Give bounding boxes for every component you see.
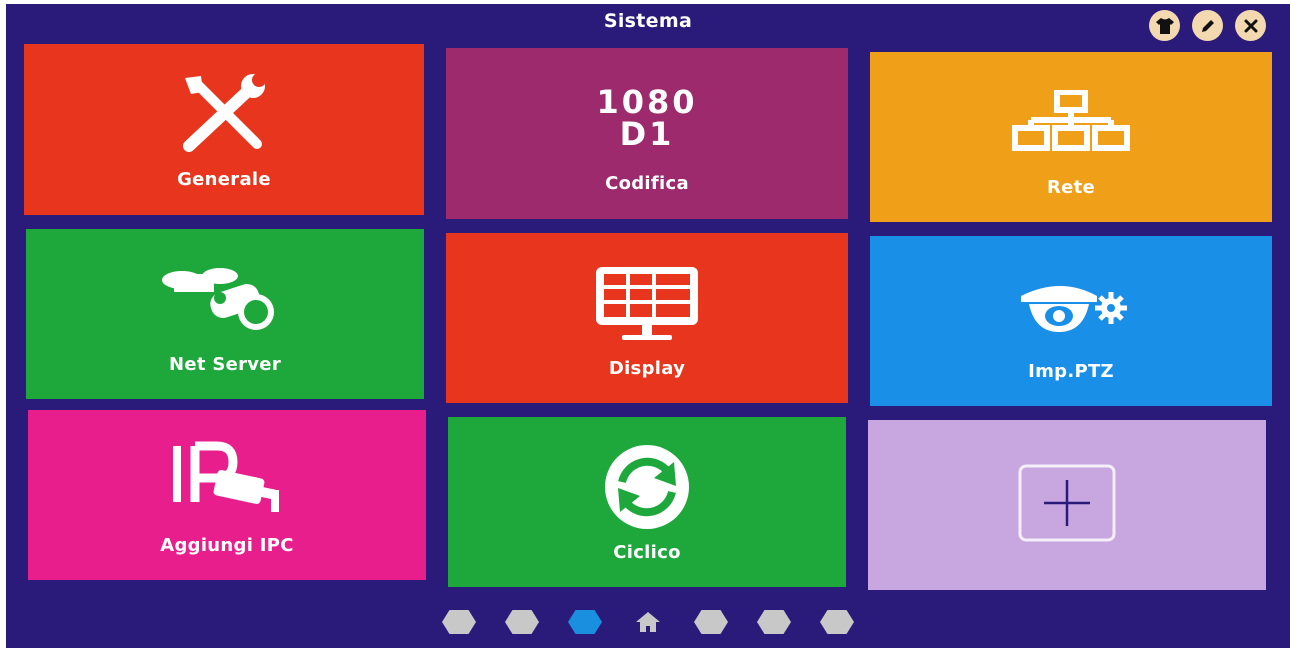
monitor-grid-icon — [592, 258, 702, 348]
tile-net-server[interactable]: Net Server — [26, 229, 424, 399]
binoculars-icon — [160, 254, 290, 344]
tile-generale[interactable]: Generale — [24, 44, 424, 215]
page-dot[interactable] — [819, 609, 855, 635]
tile-rete[interactable]: Rete — [870, 52, 1272, 222]
tools-icon — [179, 69, 269, 159]
tile-label: Aggiungi IPC — [160, 534, 294, 556]
resolution-icon: 1080 D1 — [596, 73, 697, 163]
tile-label: Imp.PTZ — [1028, 360, 1114, 382]
page-dot[interactable] — [441, 609, 477, 635]
tile-label: Ciclico — [613, 541, 681, 563]
tile-label: Net Server — [168, 353, 281, 375]
tile-label: Codifica — [605, 173, 689, 194]
ip-camera-icon — [167, 435, 287, 525]
resolution-d1: D1 — [619, 115, 675, 153]
network-icon — [1011, 77, 1131, 167]
plus-icon — [1012, 460, 1122, 550]
page-dot-active[interactable] — [567, 609, 603, 635]
system-menu-screen: Sistema Generale 1080 D1 Codifica Rete N… — [6, 4, 1290, 648]
tile-imp-ptz[interactable]: Imp.PTZ — [870, 236, 1272, 406]
close-icon[interactable] — [1235, 10, 1266, 41]
page-dot[interactable] — [693, 609, 729, 635]
edit-icon[interactable] — [1192, 10, 1223, 41]
tile-label: Display — [608, 357, 686, 379]
header-icons — [1149, 10, 1266, 41]
tile-label: Rete — [1046, 176, 1096, 198]
shirt-icon[interactable] — [1149, 10, 1180, 41]
window-title: Sistema — [603, 10, 693, 32]
page-dot[interactable] — [504, 609, 540, 635]
tile-add-shortcut[interactable] — [868, 420, 1266, 590]
pagination — [6, 609, 1290, 635]
resolution-1080: 1080 — [596, 83, 698, 121]
tile-ciclico[interactable]: Ciclico — [448, 417, 846, 587]
tile-aggiungi-ipc[interactable]: Aggiungi IPC — [28, 410, 426, 580]
home-icon[interactable] — [630, 609, 666, 635]
tile-label: Generale — [177, 169, 271, 190]
tile-codifica[interactable]: 1080 D1 Codifica — [446, 48, 848, 219]
dome-camera-gear-icon — [1011, 261, 1131, 351]
cycle-icon — [592, 442, 702, 532]
tile-display[interactable]: Display — [446, 233, 848, 403]
page-dot[interactable] — [756, 609, 792, 635]
